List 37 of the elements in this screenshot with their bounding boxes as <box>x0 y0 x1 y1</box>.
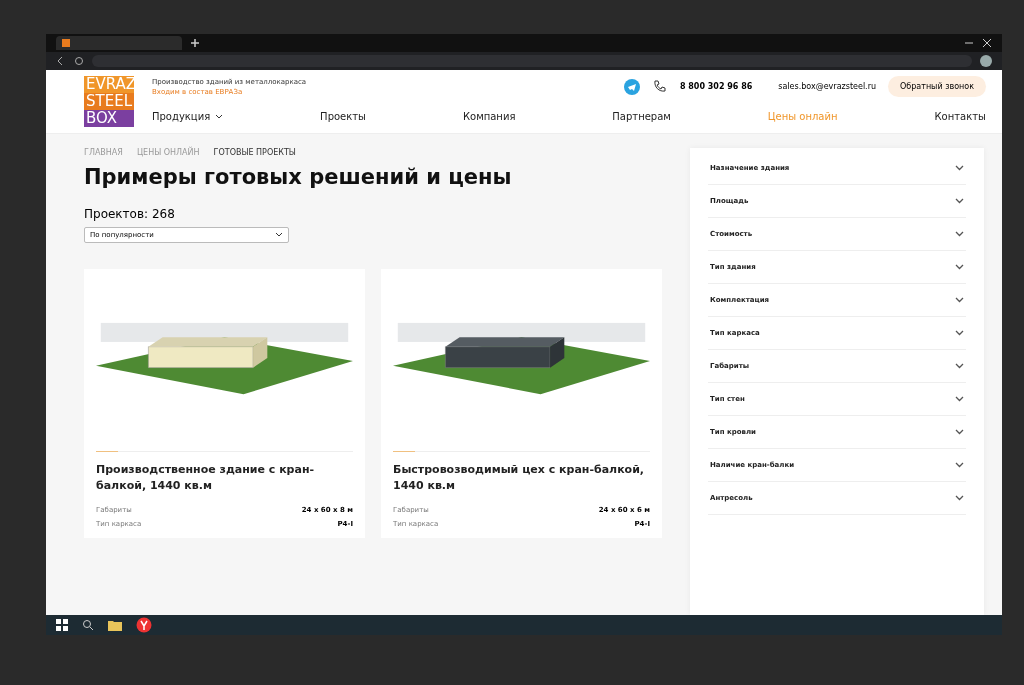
chevron-down-icon <box>955 396 964 402</box>
chevron-down-icon <box>955 231 964 237</box>
nav-link[interactable]: Компания <box>462 111 516 122</box>
chevron-down-icon <box>955 330 964 336</box>
nav-link[interactable]: Проекты <box>320 111 366 122</box>
nav-link[interactable]: Контакты <box>934 111 986 122</box>
page-title: Примеры готовых решений и цены <box>84 165 513 189</box>
search-icon[interactable] <box>82 619 94 631</box>
reload-icon[interactable] <box>74 56 84 66</box>
telegram-icon[interactable] <box>623 78 640 95</box>
project-count: Проектов: 268 <box>84 207 176 221</box>
chevron-down-icon <box>955 363 964 369</box>
phone-number[interactable]: 8 800 302 96 86 <box>679 82 753 91</box>
chevron-down-icon <box>955 198 964 204</box>
browser-icon[interactable] <box>136 617 152 633</box>
profile-icon[interactable] <box>980 55 992 67</box>
chevron-down-icon <box>955 264 964 270</box>
chevron-down-icon <box>955 495 964 501</box>
chevron-down-icon <box>955 429 964 435</box>
new-tab-icon[interactable] <box>190 38 200 48</box>
close-icon[interactable] <box>982 38 992 48</box>
breadcrumb-link[interactable]: ГОТОВЫЕ ПРОЕКТЫ <box>213 148 296 157</box>
nav-link[interactable]: Партнерам <box>612 111 671 122</box>
chevron-down-icon <box>955 165 964 171</box>
email-link[interactable]: sales.box@evrazsteel.ru <box>778 82 876 91</box>
chevron-down-icon <box>955 462 964 468</box>
folder-icon[interactable] <box>108 619 122 631</box>
browser-tab[interactable] <box>56 36 182 50</box>
chevron-down-icon <box>955 297 964 303</box>
nav-link[interactable]: Продукция <box>152 111 224 122</box>
project-title[interactable]: Производственное здание с кран-балкой, 1440 кв.м <box>96 462 353 495</box>
chevron-down-icon <box>275 232 283 238</box>
logo[interactable]: EVRAZ STEEL BOX <box>84 76 134 127</box>
start-icon[interactable] <box>56 619 68 631</box>
project-title[interactable]: Быстровозводимый цех с кран-балкой, 1440 кв.м <box>393 462 650 495</box>
callback-button[interactable]: Обратный звонок <box>888 76 986 97</box>
phone-icon <box>651 78 668 95</box>
